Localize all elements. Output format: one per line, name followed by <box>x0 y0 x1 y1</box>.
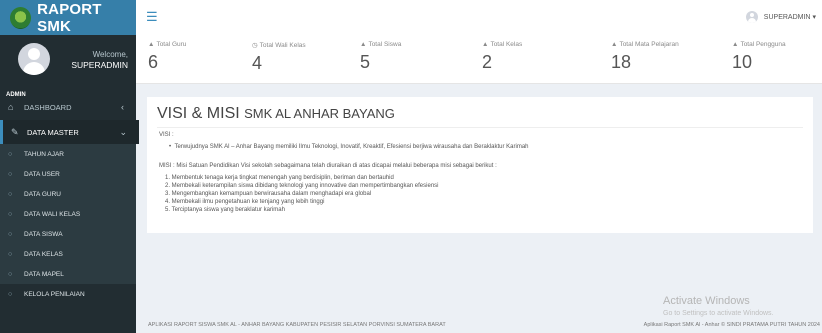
sidebar-item-label: DASHBOARD <box>24 102 72 112</box>
user-menu[interactable]: SUPERADMIN ▾ <box>745 11 816 23</box>
misi-item: 3. Mengembangkan kemampuan berwirausaha … <box>165 191 372 197</box>
stat-label: Total Wali Kelas <box>259 42 306 49</box>
page-title-school: SMK AL ANHAR BAYANG <box>244 106 395 121</box>
stat-total-mata-pelajaran: ▲ Total Mata Pelajaran 18 <box>611 41 679 73</box>
submenu-item-data-wali-kelas[interactable]: ○ DATA WALI KELAS <box>0 204 136 224</box>
visi-text-body: Terwujudnya SMK Al – Anhar Bayang memili… <box>174 144 529 150</box>
footer-left-text: APLIKASI RAPORT SISWA SMK AL - ANHAR BAY… <box>148 322 446 328</box>
sidebar: RAPORT SMK Welcome, SUPERADMIN ADMIN ⌂ D… <box>0 0 139 333</box>
user-avatar-icon <box>745 11 758 23</box>
circle-icon: ○ <box>8 150 13 158</box>
user-icon: ▲ <box>611 41 618 48</box>
circle-icon: ○ <box>8 270 13 278</box>
stat-value: 10 <box>732 52 753 72</box>
stat-value: 6 <box>148 52 159 72</box>
visi-misi-box: VISI & MISI SMK AL ANHAR BAYANG VISI : •… <box>147 97 813 233</box>
school-logo-icon <box>10 6 32 29</box>
home-icon: ⌂ <box>8 102 14 112</box>
welcome-username: SUPERADMIN <box>71 60 128 70</box>
submenu-item-label: DATA WALI KELAS <box>24 210 81 218</box>
sidebar-item-label: DATA MASTER <box>27 127 79 137</box>
stat-total-wali-kelas: ◷ Total Wali Kelas 4 <box>252 41 306 74</box>
sidebar-item-dashboard[interactable]: ⌂ DASHBOARD ‹ <box>0 95 136 119</box>
stat-label: Total Guru <box>156 41 187 48</box>
misi-intro: MISI : Misi Satuan Pendidikan Visi sekol… <box>159 163 497 169</box>
circle-icon: ○ <box>8 210 13 218</box>
misi-item: 5. Terciptanya siswa yang beraklatur kar… <box>165 207 285 213</box>
user-icon: ▲ <box>360 41 367 48</box>
stat-total-kelas: ▲ Total Kelas 2 <box>482 41 522 73</box>
footer: APLIKASI RAPORT SISWA SMK AL - ANHAR BAY… <box>136 318 822 333</box>
user-icon: ▲ <box>148 41 155 48</box>
chevron-down-icon: ⌄ <box>119 126 127 137</box>
stats-row: ▲ Total Guru 6 ◷ Total Wali Kelas 4 ▲ Total… <box>136 35 822 84</box>
submenu-item-label: DATA GURU <box>24 190 61 198</box>
footer-right-text: Aplikasi Raport SMK Al - Anhar © SINDI P… <box>643 322 820 328</box>
brand-title: RAPORT SMK <box>37 0 102 35</box>
brand[interactable]: RAPORT SMK <box>0 0 136 35</box>
edit-icon: ✎ <box>11 126 19 137</box>
submenu-item-data-user[interactable]: ○ DATA USER <box>0 164 136 184</box>
submenu-item-label: DATA USER <box>24 170 60 178</box>
submenu-item-data-siswa[interactable]: ○ DATA SISWA <box>0 224 136 244</box>
submenu-item-data-kelas[interactable]: ○ DATA KELAS <box>0 244 136 264</box>
stat-total-siswa: ▲ Total Siswa 5 <box>360 41 401 73</box>
user-icon: ▲ <box>732 41 739 48</box>
clock-icon: ◷ <box>252 42 258 49</box>
divider <box>157 127 803 128</box>
welcome-block: Welcome, SUPERADMIN <box>71 49 128 71</box>
topbar-username: SUPERADMIN <box>763 13 811 21</box>
stat-label: Total Kelas <box>490 41 523 48</box>
page-title-main: VISI & MISI <box>157 105 240 122</box>
stat-value: 4 <box>252 53 263 73</box>
welcome-label: Welcome, <box>92 50 128 59</box>
stat-label: Total Pengguna <box>740 41 786 48</box>
circle-icon: ○ <box>8 230 13 238</box>
stat-label: Total Siswa <box>368 41 402 48</box>
sidebar-item-data-master[interactable]: ✎ DATA MASTER ⌄ <box>0 120 139 144</box>
misi-item: 2. Membekali keterampilan siswa dibidang… <box>165 183 439 189</box>
stat-value: 18 <box>611 52 632 72</box>
stat-total-guru: ▲ Total Guru 6 <box>148 41 186 73</box>
submenu-item-data-guru[interactable]: ○ DATA GURU <box>0 184 136 204</box>
submenu-item-tahun-ajar[interactable]: ○ TAHUN AJAR <box>0 144 136 164</box>
submenu-item-label: DATA MAPEL <box>24 270 64 278</box>
user-panel: Welcome, SUPERADMIN <box>0 35 136 85</box>
activate-windows-title: Activate Windows <box>663 295 750 307</box>
stat-total-pengguna: ▲ Total Pengguna 10 <box>732 41 786 73</box>
submenu-item-label: KELOLA PENILAIAN <box>24 290 85 298</box>
chevron-left-icon: ‹ <box>121 102 124 112</box>
top-navbar: ☰ SUPERADMIN ▾ <box>136 0 822 36</box>
circle-icon: ○ <box>8 250 13 258</box>
circle-icon: ○ <box>8 190 13 198</box>
circle-icon: ○ <box>8 290 13 298</box>
hamburger-icon[interactable]: ☰ <box>146 10 158 23</box>
circle-icon: ○ <box>8 170 13 178</box>
visi-label: VISI : <box>159 132 174 138</box>
stat-label: Total Mata Pelajaran <box>619 41 679 48</box>
submenu-item-label: DATA SISWA <box>24 230 63 238</box>
stat-value: 5 <box>360 52 371 72</box>
user-icon: ▲ <box>482 41 489 48</box>
stat-value: 2 <box>482 52 493 72</box>
submenu-item-data-mapel[interactable]: ○ DATA MAPEL <box>0 264 136 284</box>
visi-text: • Terwujudnya SMK Al – Anhar Bayang memi… <box>169 144 529 150</box>
activate-windows-subtitle: Go to Settings to activate Windows. <box>663 310 774 317</box>
submenu-item-label: DATA KELAS <box>24 250 63 258</box>
misi-item: 4. Membekali ilmu pengetahuan ke tenjang… <box>165 199 325 205</box>
submenu-item-label: TAHUN AJAR <box>24 150 64 158</box>
submenu-item-kelola-penilaian[interactable]: ○ KELOLA PENILAIAN <box>0 284 136 304</box>
page-title: VISI & MISI SMK AL ANHAR BAYANG <box>157 105 395 123</box>
misi-item: 1. Membentuk tenaga kerja tingkat meneng… <box>165 175 394 181</box>
avatar <box>18 43 50 75</box>
submenu-data-master: ○ TAHUN AJAR ○ DATA USER ○ DATA GURU ○ D… <box>0 144 136 298</box>
chevron-down-icon: ▾ <box>812 14 816 21</box>
